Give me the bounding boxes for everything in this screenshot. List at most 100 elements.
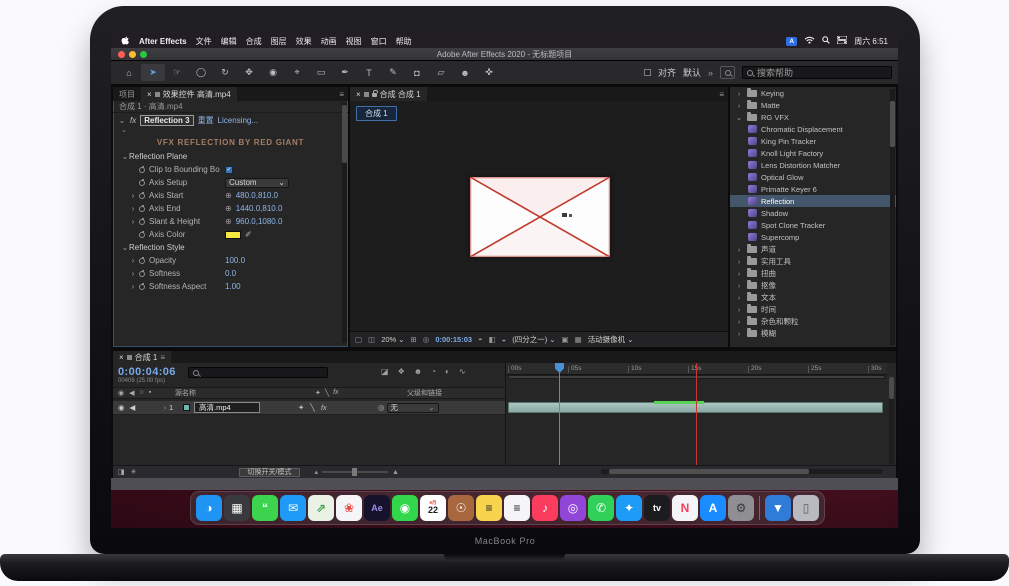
zoom-in-icon[interactable]: ▲	[392, 469, 399, 476]
category-twirl-icon[interactable]: ›	[735, 317, 743, 326]
roto-brush-tool[interactable]: ☻	[453, 64, 477, 81]
layer-audio-icon[interactable]: ◀	[130, 403, 136, 412]
composition-mini-flowchart-icon[interactable]: ◪	[381, 367, 389, 376]
category-twirl-icon[interactable]: ›	[735, 329, 743, 338]
marker-line[interactable]	[696, 363, 697, 465]
source-name-column[interactable]: 源名称	[175, 388, 315, 398]
dock-icon-news[interactable]: N	[672, 495, 698, 521]
stopwatch-icon[interactable]	[139, 284, 145, 290]
timeline-search-input[interactable]	[188, 367, 328, 378]
effect-supercomp[interactable]: Supercomp	[730, 231, 896, 243]
transparency-grid-icon[interactable]: ▦	[575, 335, 582, 344]
category-实用工具[interactable]: ›实用工具	[730, 255, 896, 267]
always-preview-icon[interactable]: ▢	[355, 335, 362, 344]
twirl-icon[interactable]: ›	[129, 204, 137, 213]
property-value[interactable]: 1440.0,810.0	[236, 204, 283, 213]
graph-editor-icon[interactable]: ∿	[459, 367, 466, 376]
control-center-icon[interactable]	[837, 36, 847, 46]
parent-link-column[interactable]: 父级和链接	[403, 388, 442, 398]
dock-icon-safari[interactable]: ✦	[616, 495, 642, 521]
timeline-zoom-slider[interactable]	[322, 471, 388, 473]
effect-king-pin-tracker[interactable]: King Pin Tracker	[730, 135, 896, 147]
category-文本[interactable]: ›文本	[730, 291, 896, 303]
twirl-icon[interactable]: ›	[129, 256, 137, 265]
tab-project[interactable]: 项目	[113, 87, 141, 101]
wifi-icon[interactable]	[804, 36, 815, 46]
brush-tool[interactable]: ✎	[381, 64, 405, 81]
dock-icon-trash[interactable]: ▯	[793, 495, 819, 521]
magnification-icon[interactable]: ◫	[368, 335, 375, 344]
toggle-switches-modes-button[interactable]: 切换开关/模式	[239, 468, 301, 477]
mask-visibility-icon[interactable]: ◎	[423, 335, 430, 344]
property-value[interactable]: 100.0	[225, 256, 245, 265]
frame-blending-icon[interactable]: ◔	[431, 367, 436, 376]
close-button[interactable]	[118, 51, 125, 58]
show-snapshot-icon[interactable]: ◧	[489, 335, 496, 344]
menubar-clock[interactable]: 周六 6:51	[854, 36, 888, 47]
stopwatch-icon[interactable]	[139, 219, 145, 225]
layer-quality-switch[interactable]: ╲	[310, 403, 315, 412]
dock-icon-podcasts[interactable]: ◎	[560, 495, 586, 521]
category-twirl-icon[interactable]: ›	[735, 281, 743, 290]
spotlight-search-icon[interactable]	[822, 36, 830, 46]
puppet-pin-tool[interactable]: ✜	[477, 64, 501, 81]
tab-effect-controls[interactable]: × 效果控件 高清.mp4	[141, 87, 237, 101]
category-twirl-icon[interactable]: ›	[735, 101, 743, 110]
checkbox[interactable]: ✓	[225, 166, 233, 174]
category-keying[interactable]: ›Keying	[730, 87, 896, 99]
zoom-tool[interactable]: ◯	[189, 64, 213, 81]
effect-shadow[interactable]: Shadow	[730, 207, 896, 219]
menu-效果[interactable]: 效果	[296, 36, 312, 47]
menu-帮助[interactable]: 帮助	[396, 36, 412, 47]
dolly-camera-tool[interactable]: ◉	[261, 64, 285, 81]
category-twirl-icon[interactable]: ›	[735, 245, 743, 254]
effect-twirl-icon[interactable]: ⌄	[118, 116, 126, 125]
current-timecode[interactable]: 0:00:04:06	[118, 366, 176, 378]
color-swatch[interactable]	[225, 231, 241, 239]
property-value[interactable]: 960.0,1080.0	[236, 217, 283, 226]
tab-close-icon[interactable]: ×	[119, 353, 124, 362]
dock-icon-mail[interactable]: ✉	[280, 495, 306, 521]
dock-icon-after-effects[interactable]: Ae	[364, 495, 390, 521]
scrollbar-thumb[interactable]	[609, 469, 809, 474]
effect-options-twirl[interactable]: ⌄	[113, 127, 348, 135]
workspace-menu[interactable]: 默认	[683, 66, 701, 79]
category-twirl-icon[interactable]: ⌄	[735, 113, 743, 122]
effect-name[interactable]: Reflection 3	[140, 115, 193, 126]
effects-presets-scrollbar[interactable]	[890, 89, 895, 345]
toggle-switches-icon[interactable]: ◨	[118, 468, 125, 476]
zoom-button[interactable]	[140, 51, 147, 58]
snapshot-icon[interactable]: ◓	[478, 335, 483, 344]
draft-3d-icon[interactable]: ❖	[398, 367, 405, 376]
scrollbar-thumb[interactable]	[890, 101, 895, 147]
dock-icon-notes[interactable]: ≡	[476, 495, 502, 521]
group-twirl-icon[interactable]: ⌄	[121, 243, 129, 252]
effect-chromatic-displacement[interactable]: Chromatic Displacement	[730, 123, 896, 135]
dock-icon-find-my[interactable]: ✆	[588, 495, 614, 521]
point-control-icon[interactable]: ⊕	[225, 191, 232, 200]
effect-knoll-light-factory[interactable]: Knoll Light Factory	[730, 147, 896, 159]
dock-icon-maps[interactable]: ⇗	[308, 495, 334, 521]
composition-viewer[interactable]: 合成 1	[350, 101, 728, 331]
align-checkbox[interactable]	[644, 69, 651, 76]
point-control-icon[interactable]: ⊕	[225, 204, 232, 213]
scrollbar-thumb[interactable]	[889, 377, 894, 399]
parent-dropdown[interactable]: 无 ⌄	[387, 403, 439, 413]
property-value[interactable]: 0.0	[225, 269, 236, 278]
category-twirl-icon[interactable]: ›	[735, 257, 743, 266]
timeline-scrollbar-horizontal[interactable]	[601, 469, 882, 474]
dock-icon-contacts[interactable]: ☉	[448, 495, 474, 521]
layer-fx-switch[interactable]: fx	[321, 403, 327, 412]
layer-row[interactable]: ◉ ◀ › 1 高清.mp4 ✦ ╲ fx ◎ 无 ⌄	[113, 401, 505, 415]
layer-name[interactable]: 高清.mp4	[194, 402, 260, 413]
dock-icon-app-store[interactable]: A	[700, 495, 726, 521]
effect-optical-glow[interactable]: Optical Glow	[730, 171, 896, 183]
stopwatch-icon[interactable]	[139, 206, 145, 212]
tab-composition[interactable]: × 合成 合成 1	[350, 87, 427, 101]
menu-合成[interactable]: 合成	[246, 36, 262, 47]
view-menu[interactable]: 活动摄像机⌄	[588, 334, 634, 345]
magnification-menu[interactable]: 20%⌄	[381, 335, 404, 344]
pen-tool[interactable]: ✒	[333, 64, 357, 81]
render-icon[interactable]: ✳	[131, 468, 137, 476]
dock-icon-reminders[interactable]: ≡	[504, 495, 530, 521]
